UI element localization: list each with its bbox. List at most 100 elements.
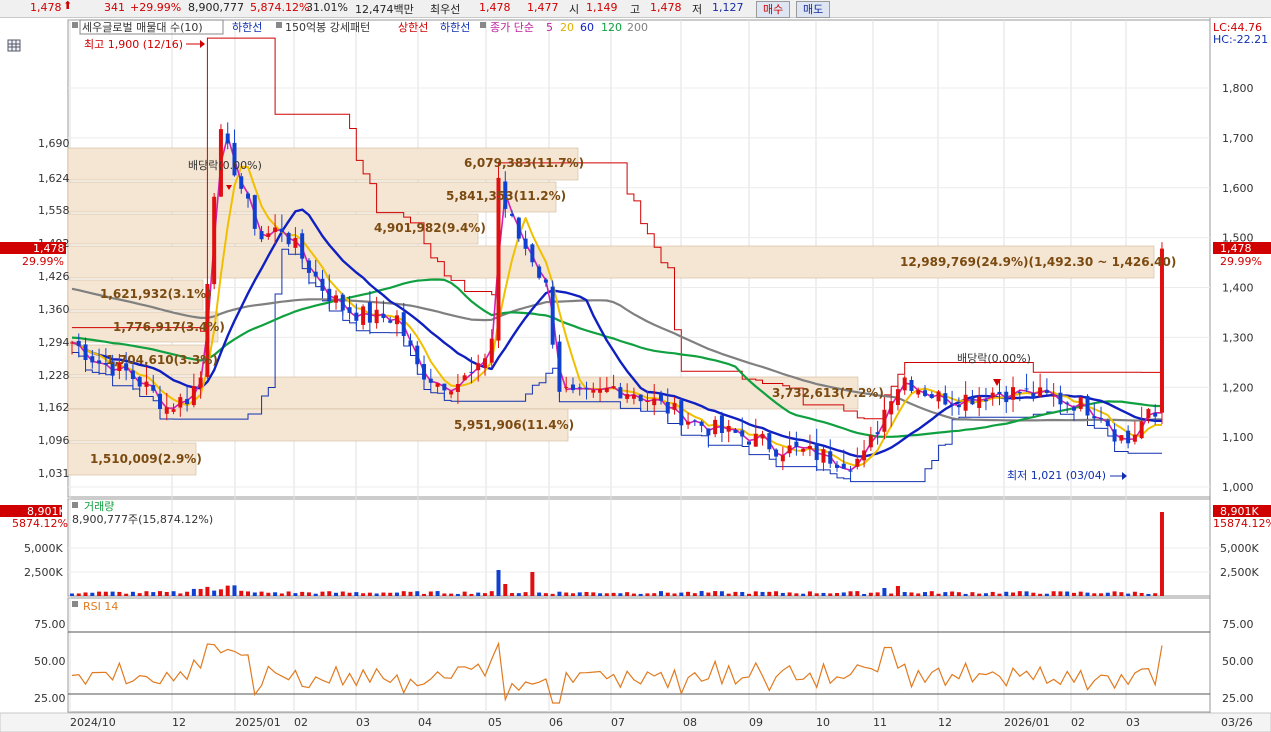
volume-bar <box>347 592 352 596</box>
time-tick: 10 <box>816 716 830 729</box>
volume-bar <box>570 593 575 596</box>
candle-up <box>631 395 636 399</box>
volume-bar <box>1017 591 1022 596</box>
volume-bar <box>686 591 691 596</box>
candle-up <box>855 458 860 467</box>
candle-up <box>1038 387 1043 397</box>
candle-up <box>598 388 603 393</box>
candle-down <box>733 430 738 433</box>
candle-down <box>442 383 447 391</box>
panel-settings-icon[interactable] <box>7 39 21 52</box>
volume-profile-label: 5,841,353(11.2%) <box>446 189 566 203</box>
price-tick-right: 1,700 <box>1222 132 1254 145</box>
price-badge-pct-right: 29.99% <box>1220 255 1262 268</box>
candle-down <box>151 385 156 391</box>
candle-down <box>828 451 833 464</box>
candle-up <box>1139 421 1144 439</box>
volume-bar <box>137 593 142 596</box>
volume-bar <box>442 593 447 596</box>
candle-down <box>1153 412 1158 417</box>
price-tick-right: 1,200 <box>1222 381 1254 394</box>
candle-up <box>713 419 718 435</box>
candle-down <box>841 463 846 469</box>
volume-bar <box>1024 591 1029 596</box>
volume-bar <box>422 593 427 596</box>
candle-down <box>570 384 575 391</box>
candle-down <box>1004 391 1009 403</box>
candle-down <box>259 231 264 240</box>
indicator-legend[interactable]: 세우글로벌 매물대 수(10) 하한선 150억봉 강세패턴 상한선 하한선 종… <box>72 19 648 35</box>
volume-bar <box>625 592 630 596</box>
volume-bar <box>679 592 684 596</box>
candle-down <box>415 345 420 365</box>
candle-up <box>1119 435 1124 441</box>
volume-bar <box>1159 512 1164 596</box>
volume-bar <box>496 570 501 596</box>
candle-down <box>584 388 589 390</box>
stock-chart[interactable]: 1,621,932(3.1%) 1,776,917(3.4%) 1,704,610(… <box>0 0 1271 732</box>
rsi-panel <box>67 597 1211 713</box>
volume-bar <box>848 591 853 596</box>
volume-bar <box>232 585 237 596</box>
volume-bar <box>361 593 366 596</box>
volume-bar <box>103 591 108 596</box>
volume-bar <box>171 591 176 596</box>
volume-bar <box>889 593 894 596</box>
candle-down <box>1024 388 1029 390</box>
price-badge-value-right: 1,478 <box>1220 242 1252 255</box>
candle-up <box>780 455 785 462</box>
volume-bar <box>747 593 751 596</box>
volume-bar <box>929 591 934 596</box>
volume-bar <box>1119 592 1124 596</box>
volume-bar <box>1105 592 1110 596</box>
candle-up <box>334 295 339 303</box>
candle-up <box>1078 397 1083 409</box>
candle-down <box>814 443 819 460</box>
volume-bar <box>469 593 474 596</box>
volume-bar <box>875 592 880 596</box>
candle-down <box>239 176 244 189</box>
volume-bar <box>652 593 657 596</box>
volume-profile-label: 12,989,769(24.9%)(1,492.30 ~ 1,426.40) <box>900 255 1176 269</box>
volume-bar <box>767 591 772 596</box>
volume-bar <box>1071 592 1076 596</box>
volume-bar <box>340 591 345 596</box>
volume-bar <box>990 591 995 596</box>
volume-profile-label: 5,951,906(11.4%) <box>454 418 574 432</box>
volume-bar <box>76 593 81 596</box>
volume-bar <box>706 592 711 596</box>
volume-bar <box>178 593 183 596</box>
volume-bar <box>868 592 873 596</box>
volume-bar <box>787 592 792 596</box>
volume-bar <box>638 593 643 596</box>
rsi-tick-right-25: 25.00 <box>1222 692 1254 705</box>
candle-up <box>361 306 366 325</box>
candle-down <box>469 371 474 373</box>
candle-down <box>1126 430 1131 444</box>
candle-down <box>1031 393 1036 398</box>
candle-up <box>882 409 887 432</box>
volume-bar <box>1051 591 1056 596</box>
rsi-tick-left-75: 75.00 <box>34 618 66 631</box>
candle-up <box>862 450 867 461</box>
volume-tick-left-2: 2,500K <box>24 566 63 579</box>
time-tick: 03 <box>356 716 370 729</box>
volume-bar <box>645 593 650 596</box>
volume-bar <box>543 593 548 596</box>
volume-bar <box>225 585 230 596</box>
volume-bar <box>462 591 467 596</box>
high-annotation: 최고 1,900 (12/16) <box>84 38 183 51</box>
candle-down <box>537 266 542 278</box>
price-tick-left: 1,426 <box>38 270 70 283</box>
volume-bar <box>814 593 819 596</box>
volume-bar <box>821 592 826 596</box>
legend-lower-band: 하한선 <box>232 20 262 34</box>
rsi-title: RSI 14 <box>83 600 118 613</box>
volume-bar <box>158 591 163 596</box>
volume-bar <box>733 591 738 596</box>
candle-down <box>923 390 928 396</box>
price-tick-left: 1,096 <box>38 434 70 447</box>
volume-bar <box>665 592 670 596</box>
price-tick-left: 1,162 <box>38 401 70 414</box>
candle-down <box>970 397 975 405</box>
